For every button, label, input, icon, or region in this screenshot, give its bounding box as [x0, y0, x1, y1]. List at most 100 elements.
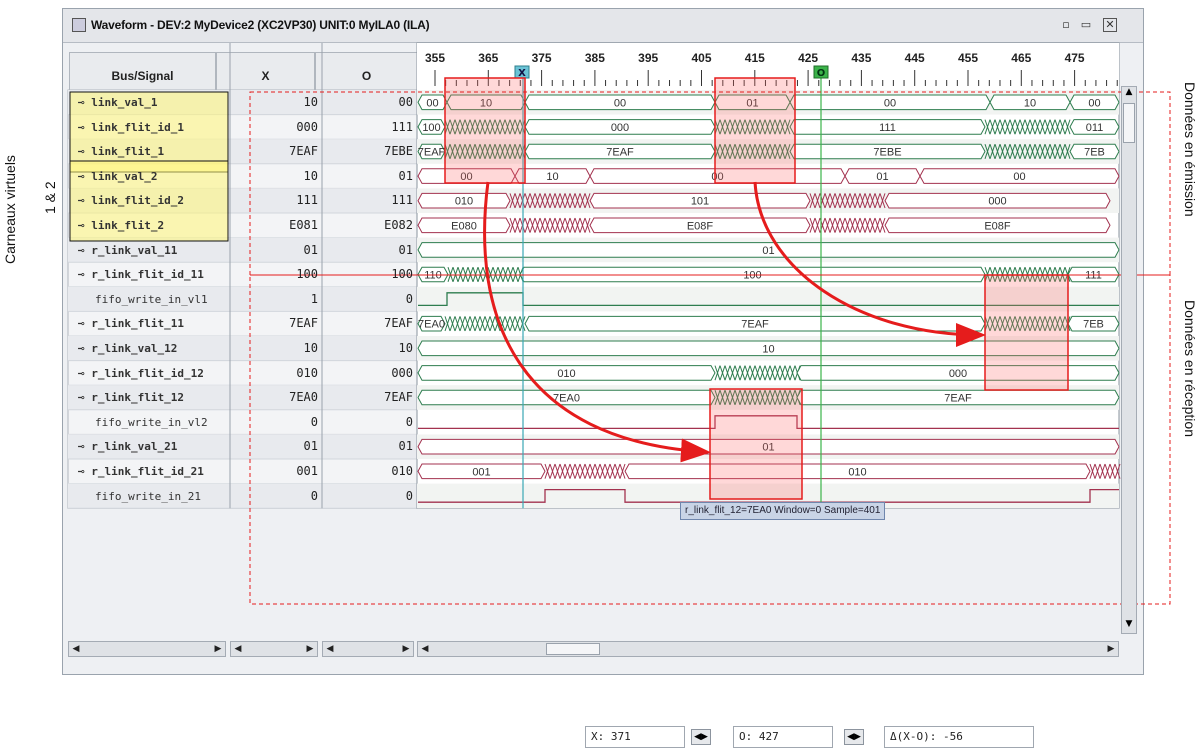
bus-value-label: 000: [611, 122, 629, 134]
bus-value-label: E08F: [984, 220, 1011, 232]
x-readout-label: X:: [591, 730, 605, 743]
signal-o-value: 7EBE: [384, 144, 413, 159]
signal-x-value: 010: [296, 365, 318, 380]
signal-name[interactable]: ⊸ link_flit_1: [78, 145, 164, 158]
o-readout-value: 427: [758, 730, 779, 743]
signal-x-value: 000: [296, 119, 318, 134]
bus-value-label: 7EAF: [606, 147, 634, 159]
bus-value-label: 10: [762, 343, 774, 355]
names-hscrollbar[interactable]: ◀ ▶: [68, 641, 226, 657]
signal-name[interactable]: ⊸ r_link_val_21: [78, 440, 177, 453]
signal-o-value: 111: [391, 193, 413, 208]
ruler-tick-label: 385: [585, 51, 605, 65]
signal-x-value: 01: [303, 242, 318, 257]
ruler-tick-label: 365: [478, 51, 498, 65]
o-cursor-flag-label: O: [817, 68, 826, 79]
signal-name[interactable]: ⊸ r_link_val_11: [78, 244, 177, 257]
signal-x-value: 0: [310, 414, 318, 429]
signal-name[interactable]: ⊸ link_val_1: [78, 96, 157, 109]
ruler-tick-label: 415: [745, 51, 765, 65]
signal-x-value: 111: [296, 193, 318, 208]
bus-value-label: 7EBE: [873, 147, 901, 159]
ruler-tick-label: 395: [638, 51, 658, 65]
signal-x-value: 0: [310, 488, 318, 503]
annotation-virtual-channels-line2: 1 & 2: [42, 181, 58, 214]
x-cursor-nav-button[interactable]: ◀▶: [691, 729, 711, 745]
annotation-virtual-channels-line1: Carneaux virtuels: [2, 155, 18, 264]
bus-value-label: 7EAF: [944, 393, 972, 405]
signal-o-value: 7EAF: [384, 390, 413, 405]
signal-name[interactable]: ⊸ r_link_flit_id_21: [78, 465, 204, 478]
signal-x-value: 7EAF: [289, 316, 318, 331]
ruler-tick-label: 375: [532, 51, 552, 65]
annotation-virtual-channels: Carneaux virtuels: [2, 155, 18, 264]
bus-value-label: 10: [546, 171, 558, 183]
o-hscrollbar[interactable]: ◀ ▶: [322, 641, 414, 657]
ruler-tick-label: 355: [425, 51, 445, 65]
signal-x-value: E081: [289, 218, 318, 232]
highlight-box: [709, 388, 803, 500]
wave-hscroll-thumb[interactable]: [546, 643, 600, 655]
o-cursor-readout[interactable]: O: 427: [733, 726, 833, 748]
signal-name[interactable]: ⊸ r_link_flit_id_12: [78, 367, 204, 380]
signal-x-value: 10: [303, 341, 318, 355]
ruler-tick-label: 465: [1011, 51, 1031, 65]
signal-x-value: 7EAF: [289, 144, 318, 159]
o-cursor-nav-button[interactable]: ◀▶: [844, 729, 864, 745]
signal-o-value: 000: [391, 365, 413, 380]
bus-value-label: 7EA0: [418, 319, 445, 331]
bus-value-label: 101: [691, 196, 709, 208]
wave-vscrollbar[interactable]: ▲ ▼: [1121, 86, 1137, 634]
signal-name[interactable]: fifo_write_in_vl2: [95, 416, 208, 429]
signal-name[interactable]: ⊸ r_link_flit_id_11: [78, 268, 204, 281]
annotation-receive-data: Données en réception: [1182, 300, 1198, 437]
bus-value-label: 7EB: [1083, 319, 1104, 331]
value-tooltip: r_link_flit_12=7EA0 Window=0 Sample=401: [680, 502, 886, 520]
bus-value-label: 00: [426, 97, 438, 109]
o-readout-label: O:: [739, 730, 753, 743]
bus-value-label: 7EAF: [418, 147, 446, 159]
ruler-tick-label: 405: [691, 51, 711, 65]
signal-x-value: 7EA0: [289, 390, 318, 405]
bus-value-label: 000: [949, 368, 967, 380]
bus-value-label: 010: [557, 368, 575, 380]
signal-o-value: 7EAF: [384, 316, 413, 331]
bus-value-label: 00: [614, 97, 626, 109]
signal-x-value: 1: [310, 291, 318, 306]
signal-o-value: 01: [398, 168, 413, 183]
bus-value-label: 010: [848, 466, 866, 478]
signal-name[interactable]: ⊸ link_flit_id_1: [78, 121, 184, 134]
signal-name[interactable]: ⊸ link_val_2: [78, 170, 157, 183]
ruler-tick-label: 445: [905, 51, 925, 65]
signal-o-value: E082: [384, 218, 413, 232]
signal-o-value: 01: [398, 439, 413, 454]
signal-o-value: 0: [405, 414, 413, 429]
signal-name[interactable]: ⊸ r_link_flit_12: [78, 391, 184, 404]
signal-name[interactable]: fifo_write_in_vl1: [95, 293, 208, 306]
bus-value-label: 011: [1086, 122, 1104, 134]
signal-x-value: 100: [296, 267, 318, 282]
ruler-tick-label: 435: [851, 51, 871, 65]
x-cursor-readout[interactable]: X: 371: [585, 726, 685, 748]
signal-name[interactable]: ⊸ r_link_flit_11: [78, 317, 184, 330]
signal-x-value: 001: [296, 464, 318, 478]
bus-value-label: E08F: [687, 220, 714, 232]
signal-name[interactable]: ⊸ link_flit_id_2: [78, 194, 184, 207]
wave-vscroll-thumb[interactable]: [1123, 103, 1135, 143]
bus-value-label: 7EAF: [741, 319, 769, 331]
signal-o-value: 100: [391, 267, 413, 282]
wave-hscrollbar[interactable]: ◀ ▶: [417, 641, 1119, 657]
highlight-box: [714, 77, 796, 184]
signal-name[interactable]: fifo_write_in_21: [95, 490, 201, 503]
signal-name[interactable]: ⊸ link_flit_2: [78, 219, 164, 232]
waveform-area[interactable]: 355 365 375 385 395 405 415 425 435 445 455 465 475 0…: [0, 0, 1200, 675]
bus-value-label: 001: [472, 466, 490, 478]
x-readout-value: 371: [610, 730, 631, 743]
x-hscrollbar[interactable]: ◀ ▶: [230, 641, 318, 657]
signal-x-value: 01: [303, 439, 318, 454]
signal-x-value: 10: [303, 95, 318, 109]
signal-name[interactable]: ⊸ r_link_val_12: [78, 342, 177, 355]
signal-o-value: 111: [391, 119, 413, 134]
bus-value-label: 111: [879, 122, 896, 134]
bus-value-label: 00: [1088, 97, 1100, 109]
